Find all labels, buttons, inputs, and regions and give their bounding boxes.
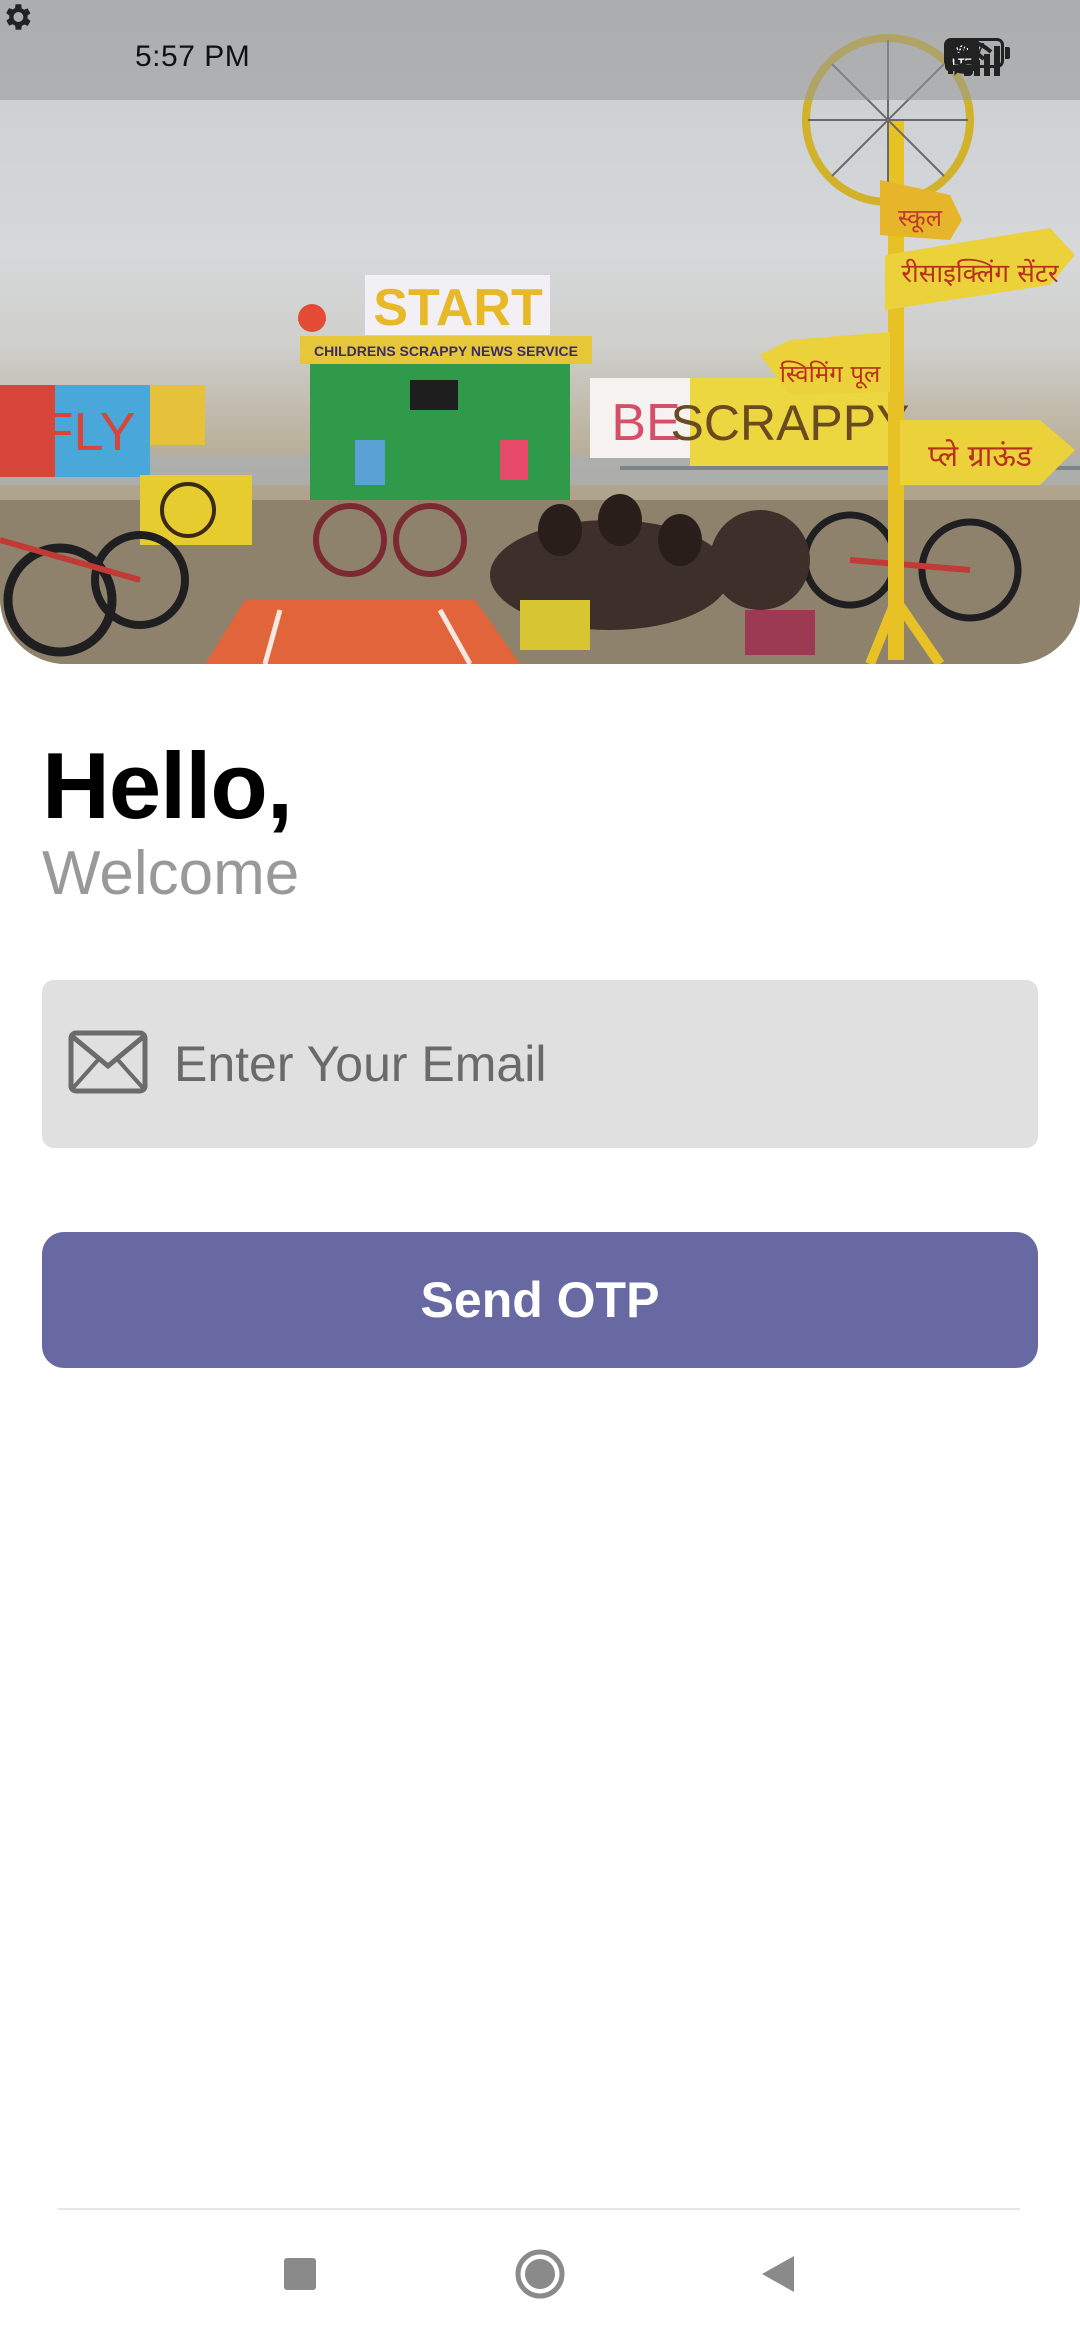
greeting-subtitle: Welcome [42,839,300,908]
status-time: 5:57 PM [135,40,251,73]
pool-sign: स्विमिंग पूल [780,360,881,389]
greeting-title: Hello, [42,733,293,838]
playground-sign: प्ले ग्राऊंड [928,439,1033,474]
school-sign: स्कूल [898,204,943,233]
login-screen: CHILDRENS SCRAPPY NEWS SERVICE START BE … [0,0,1080,2340]
email-field[interactable] [42,980,1038,1148]
battery-icon: 77 [944,38,1010,68]
recents-icon[interactable] [284,2258,316,2290]
status-icons: Vo LTE 4G+ 77 [944,38,1010,76]
gear-icon [6,4,31,30]
status-bar: 5:57 PM Vo LTE 4G+ 77 [0,0,1080,100]
battery-level: 77 [962,40,986,62]
start-sign: START [373,279,543,337]
banner-sign: CHILDRENS SCRAPPY NEWS SERVICE [314,343,578,359]
scrappy-sign: SCRAPPY [671,395,910,451]
recycling-sign: रीसाइक्लिंग सेंटर [901,258,1060,289]
email-input[interactable] [174,1008,1014,1120]
fly-sign: FLY [40,402,135,462]
navigation-bar [0,2210,1080,2340]
back-icon[interactable] [760,2254,796,2294]
mail-icon [68,1030,148,1094]
hero-image: CHILDRENS SCRAPPY NEWS SERVICE START BE … [0,0,1080,664]
home-icon[interactable] [514,2248,566,2300]
send-otp-button[interactable]: Send OTP [42,1232,1038,1368]
